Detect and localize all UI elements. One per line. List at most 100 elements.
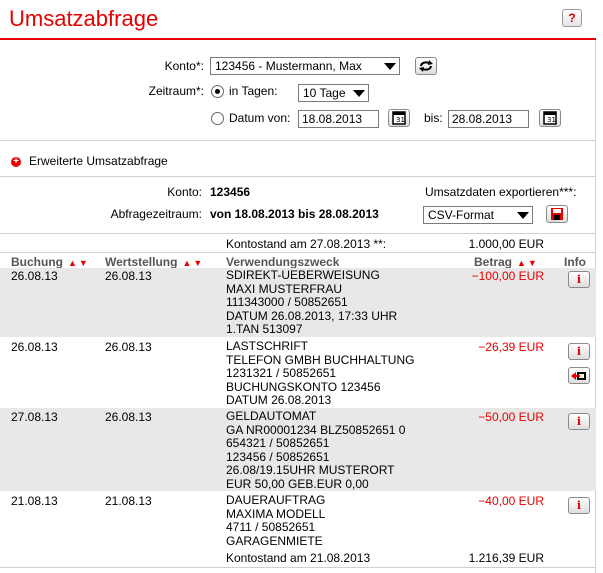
verwendung-line: DATUM 26.08.2013, 17:33 UHR xyxy=(226,308,398,323)
verwendung-line: GELDAUTOMAT xyxy=(226,409,317,423)
sort-betrag-icon[interactable]: ▲▼ xyxy=(517,258,539,268)
col-betrag[interactable]: Betrag ▲▼ xyxy=(474,255,539,269)
col-verwendungszweck: Verwendungszweck xyxy=(226,255,340,269)
section-divider xyxy=(0,176,596,177)
row-buchung: 21.08.13 xyxy=(11,494,58,508)
info-button[interactable]: i xyxy=(568,271,590,288)
help-button[interactable]: ? xyxy=(562,9,582,27)
expand-plus-icon[interactable]: + xyxy=(11,157,21,167)
page-title: Umsatzabfrage xyxy=(9,6,159,31)
sort-wertstellung-icon[interactable]: ▲▼ xyxy=(182,258,204,268)
col-wertstellung-label: Wertstellung xyxy=(105,255,178,269)
calendar-von-button[interactable]: 31 xyxy=(388,109,410,127)
row-wertstellung: 21.08.13 xyxy=(105,494,152,508)
row-betrag: −100,00 EUR xyxy=(471,269,544,283)
verwendung-line: GARAGENMIETE xyxy=(226,533,323,548)
row-verwendungszweck: SDIREKT-UEBERWEISUNG MAXI MUSTERFRAU 111… xyxy=(226,268,398,337)
summary-zeitraum-label: Abfragezeitraum: xyxy=(110,207,202,221)
svg-text:31: 31 xyxy=(547,116,556,124)
kontostand-start-value: 1.000,00 EUR xyxy=(468,237,544,251)
verwendung-line: EUR 50,00 GEB.EUR 0,00 xyxy=(226,476,369,491)
summary-konto-label: Konto: xyxy=(167,185,202,199)
table-bottom-divider xyxy=(0,567,596,568)
verwendung-line: DAUERAUFTRAG xyxy=(226,493,326,507)
datum-von-label: Datum von: xyxy=(229,111,291,125)
verwendung-line: DATUM 26.08.2013 xyxy=(226,393,332,408)
verwendung-line: 26.08/19.15UHR MUSTERORT xyxy=(226,463,395,478)
header-top-divider xyxy=(0,252,596,253)
refresh-button[interactable] xyxy=(415,57,437,75)
row-buchung: 27.08.13 xyxy=(11,410,58,424)
return-booking-button[interactable] xyxy=(568,367,590,384)
title-divider xyxy=(0,38,596,40)
row-buchung: 26.08.13 xyxy=(11,269,58,283)
row-verwendungszweck: LASTSCHRIFT TELEFON GMBH BUCHHALTUNG 123… xyxy=(226,339,415,408)
summary-divider xyxy=(0,233,596,234)
bis-input[interactable]: 28.08.2013 xyxy=(448,110,529,128)
chevron-down-icon xyxy=(353,90,365,97)
row-wertstellung: 26.08.13 xyxy=(105,269,152,283)
verwendung-line: 123456 / 50852651 xyxy=(226,449,330,464)
col-betrag-label: Betrag xyxy=(474,255,513,269)
col-buchung[interactable]: Buchung ▲▼ xyxy=(11,255,90,269)
verwendung-line: TELEFON GMBH BUCHHALTUNG xyxy=(226,352,415,367)
chevron-down-icon xyxy=(384,63,396,70)
row-wertstellung: 26.08.13 xyxy=(105,410,152,424)
sort-buchung-icon[interactable]: ▲▼ xyxy=(68,258,90,268)
tage-select-value: 10 Tage xyxy=(303,86,346,100)
col-info: Info xyxy=(564,255,586,269)
bis-label: bis: xyxy=(424,111,443,125)
svg-text:31: 31 xyxy=(396,116,405,124)
export-format-select[interactable]: CSV-Format xyxy=(423,206,533,224)
in-tagen-label: in Tagen: xyxy=(229,84,278,98)
calendar-bis-button[interactable]: 31 xyxy=(539,109,561,127)
row-betrag: −26,39 EUR xyxy=(478,340,544,354)
verwendung-line: MAXI MUSTERFRAU xyxy=(226,281,343,296)
calendar-icon: 31 xyxy=(543,111,557,125)
verwendung-line: BUCHUNGSKONTO 123456 xyxy=(226,379,381,394)
erweiterte-umsatzabfrage-link[interactable]: Erweiterte Umsatzabfrage xyxy=(29,154,168,168)
kontostand-start-label: Kontostand am 27.08.2013 **: xyxy=(226,237,387,251)
form-divider xyxy=(0,140,596,141)
verwendung-line: 654321 / 50852651 xyxy=(226,436,330,451)
row-verwendungszweck: GELDAUTOMAT GA NR00001234 BLZ50852651 0 … xyxy=(226,409,406,492)
export-format-value: CSV-Format xyxy=(428,208,495,222)
verwendung-line: 4711 / 50852651 xyxy=(226,520,316,535)
export-label: Umsatzdaten exportieren***: xyxy=(425,185,577,199)
kontostand-end-value: 1.216,39 EUR xyxy=(468,551,544,565)
verwendung-line: GA NR00001234 BLZ50852651 0 xyxy=(226,422,406,437)
verwendung-line: LASTSCHRIFT xyxy=(226,339,309,353)
export-save-button[interactable] xyxy=(546,205,568,223)
konto-select[interactable]: 123456 - Mustermann, Max xyxy=(210,57,400,75)
summary-konto-value: 123456 xyxy=(210,185,251,199)
zeitraum-label: Zeitraum*: xyxy=(148,84,204,98)
konto-label: Konto*: xyxy=(164,59,204,73)
verwendung-line: SDIREKT-UEBERWEISUNG xyxy=(226,268,380,282)
return-booking-icon xyxy=(571,372,586,380)
radio-in-tagen[interactable] xyxy=(211,85,224,98)
datum-von-input[interactable]: 18.08.2013 xyxy=(298,110,379,128)
info-button[interactable]: i xyxy=(568,497,590,514)
row-buchung: 26.08.13 xyxy=(11,340,58,354)
col-wertstellung[interactable]: Wertstellung ▲▼ xyxy=(105,255,204,269)
tage-select[interactable]: 10 Tage xyxy=(298,84,369,102)
chevron-down-icon xyxy=(517,212,529,219)
row-wertstellung: 26.08.13 xyxy=(105,340,152,354)
row-betrag: −50,00 EUR xyxy=(478,410,544,424)
save-icon xyxy=(551,208,563,220)
konto-select-value: 123456 - Mustermann, Max xyxy=(215,59,362,73)
kontostand-end-label: Kontostand am 21.08.2013 xyxy=(226,551,371,565)
col-buchung-label: Buchung xyxy=(11,255,63,269)
calendar-icon: 31 xyxy=(392,111,406,125)
row-betrag: −40,00 EUR xyxy=(478,494,544,508)
verwendung-line: MAXIMA MODELL xyxy=(226,506,326,521)
verwendung-line: 1.TAN 513097 xyxy=(226,322,303,337)
info-button[interactable]: i xyxy=(568,413,590,430)
verwendung-line: 1231321 / 50852651 xyxy=(226,366,337,381)
refresh-icon xyxy=(419,60,433,72)
verwendung-line: 111343000 / 50852651 xyxy=(226,295,348,310)
row-verwendungszweck: DAUERAUFTRAG MAXIMA MODELL 4711 / 508526… xyxy=(226,493,326,548)
radio-datum-von[interactable] xyxy=(211,112,224,125)
info-button[interactable]: i xyxy=(568,343,590,360)
summary-zeitraum-value: von 18.08.2013 bis 28.08.2013 xyxy=(210,207,379,221)
